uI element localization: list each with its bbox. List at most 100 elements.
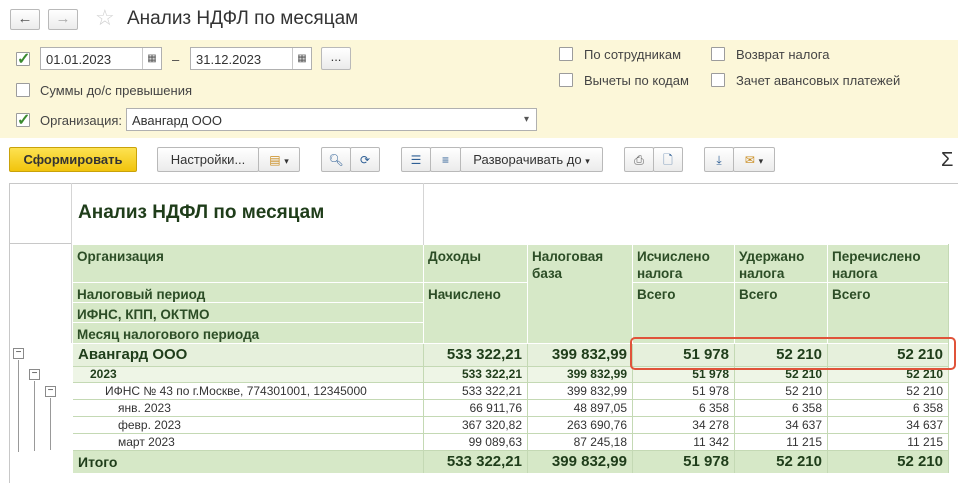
header-month: Месяц налогового периода xyxy=(73,323,423,343)
row-organization-base: 399 832,99 xyxy=(551,346,627,363)
download-icon: ⤓ xyxy=(716,153,722,167)
row-month-base: 263 690,76 xyxy=(566,418,627,432)
organization-checkbox[interactable] xyxy=(16,110,30,130)
tax-refund-label: Возврат налога xyxy=(736,47,830,62)
collapse-toggle-icon[interactable]: − xyxy=(45,386,56,397)
header-transferred: Перечислено налога xyxy=(828,245,948,282)
row-ifns-withheld: 52 210 xyxy=(785,384,822,398)
row-year-base: 399 832,99 xyxy=(566,367,627,381)
row-month-income: 66 911,76 xyxy=(469,401,523,415)
row-month-transferred: 6 358 xyxy=(912,401,943,415)
calendar-icon[interactable]: ▦ xyxy=(142,48,161,69)
collapse-groups-button[interactable]: ≡ xyxy=(430,147,461,172)
row-month-transferred: 34 637 xyxy=(906,418,943,432)
highlight-frame xyxy=(630,337,956,370)
generate-button[interactable]: Сформировать xyxy=(9,147,137,172)
row-month-transferred: 11 215 xyxy=(907,435,943,449)
total-withheld: 52 210 xyxy=(776,453,822,470)
row-ifns-calc: 51 978 xyxy=(692,384,729,398)
search-next-icon: ⟳ xyxy=(359,153,371,167)
printer-icon: ⎙ xyxy=(634,153,644,167)
header-income: Доходы xyxy=(424,245,527,282)
header-ifns: ИФНС, КПП, ОКТМО xyxy=(73,303,423,322)
row-ifns-income: 533 322,21 xyxy=(461,384,522,398)
search-icon: 🔍︎ xyxy=(328,153,344,167)
expand-to-button[interactable]: Разворачивать до ▾ xyxy=(460,147,603,172)
total-income: 533 322,21 xyxy=(446,453,522,470)
arrow-right-icon: → xyxy=(55,10,71,27)
row-organization-label: Авангард ООО xyxy=(78,346,188,363)
arrow-left-icon: ← xyxy=(17,10,33,27)
header-transferred-total: Всего xyxy=(828,283,948,343)
header-organization: Организация xyxy=(73,245,423,282)
row-month-label: янв. 2023 xyxy=(118,401,171,415)
row-month-income: 367 320,82 xyxy=(461,418,522,432)
header-withheld-total: Всего xyxy=(735,283,827,343)
amounts-checkbox[interactable] xyxy=(16,83,30,97)
row-organization-income: 533 322,21 xyxy=(446,346,522,363)
row-month-calc: 11 342 xyxy=(693,435,729,449)
row-month-label: февр. 2023 xyxy=(118,418,181,432)
expand-groups-button[interactable]: ☰ xyxy=(401,147,431,172)
send-button[interactable]: ✉ ▾ xyxy=(733,147,775,172)
total-transferred: 52 210 xyxy=(897,453,943,470)
envelope-icon: ✉ xyxy=(744,153,755,167)
dropdown-arrow-icon[interactable]: ▾ xyxy=(517,109,536,130)
header-calculated: Исчислено налога xyxy=(633,245,734,282)
by-employees-checkbox[interactable] xyxy=(559,47,573,61)
print-preview-icon: 🗋︎ xyxy=(663,153,673,167)
row-month-withheld: 11 215 xyxy=(786,435,822,449)
header-tax-base: Налоговая база xyxy=(528,245,632,343)
settings-button[interactable]: Настройки... xyxy=(157,147,259,172)
row-year-income: 533 322,21 xyxy=(461,367,522,381)
window-title: Анализ НДФЛ по месяцам xyxy=(127,8,359,29)
sum-icon[interactable]: Σ xyxy=(941,149,953,172)
header-calculated-total: Всего xyxy=(633,283,734,343)
row-month-calc: 34 278 xyxy=(692,418,729,432)
calendar-icon[interactable]: ▦ xyxy=(292,48,311,69)
variants-button[interactable]: ▤ ▾ xyxy=(258,147,300,172)
header-withheld: Удержано налога xyxy=(735,245,827,282)
header-accrued: Начислено xyxy=(424,283,527,343)
by-employees-label: По сотрудникам xyxy=(584,47,682,62)
find-button[interactable]: 🔍︎ xyxy=(321,147,351,172)
period-select-button[interactable]: ... xyxy=(321,47,351,70)
date-to-input[interactable]: 31.12.2023 ▦ xyxy=(190,47,312,70)
find-next-button[interactable]: ⟳ xyxy=(350,147,380,172)
advance-offset-checkbox[interactable] xyxy=(711,73,725,87)
row-month-label: март 2023 xyxy=(118,435,175,449)
tax-refund-checkbox[interactable] xyxy=(711,47,725,61)
row-ifns-transferred: 52 210 xyxy=(906,384,943,398)
row-month-withheld: 34 637 xyxy=(785,418,822,432)
organization-label: Организация: xyxy=(40,113,123,128)
clipboard-icon: ▤ xyxy=(269,153,281,167)
collapse-toggle-icon[interactable]: − xyxy=(29,369,40,380)
print-button[interactable]: ⎙ xyxy=(624,147,654,172)
period-checkbox[interactable] xyxy=(16,49,30,69)
row-month-base: 48 897,05 xyxy=(573,401,627,415)
collapse-toggle-icon[interactable]: − xyxy=(13,348,24,359)
collapse-rows-icon: ≡ xyxy=(441,153,449,167)
row-month-income: 99 089,63 xyxy=(468,435,522,449)
forward-button[interactable]: → xyxy=(48,9,78,30)
back-button[interactable]: ← xyxy=(10,9,40,30)
deductions-label: Вычеты по кодам xyxy=(584,73,689,88)
row-month-withheld: 6 358 xyxy=(791,401,822,415)
date-dash: – xyxy=(172,52,180,67)
favorite-star-icon[interactable]: ☆ xyxy=(95,6,115,30)
report-title: Анализ НДФЛ по месяцам xyxy=(78,202,325,223)
deductions-checkbox[interactable] xyxy=(559,73,573,87)
row-ifns-base: 399 832,99 xyxy=(566,384,627,398)
save-button[interactable]: ⤓ xyxy=(704,147,734,172)
total-calc: 51 978 xyxy=(683,453,729,470)
row-ifns-label: ИФНС № 43 по г.Москве, 774301001, 123450… xyxy=(105,384,367,398)
amounts-label: Суммы до/с превышения xyxy=(40,83,193,98)
row-year-label: 2023 xyxy=(90,367,117,381)
date-from-input[interactable]: 01.01.2023 ▦ xyxy=(40,47,162,70)
total-label: Итого xyxy=(78,454,118,470)
organization-input[interactable]: Авангард ООО ▾ xyxy=(126,108,537,131)
expand-rows-icon: ☰ xyxy=(410,153,422,167)
total-base: 399 832,99 xyxy=(551,453,627,470)
preview-button[interactable]: 🗋︎ xyxy=(653,147,683,172)
row-month-base: 87 245,18 xyxy=(573,435,627,449)
